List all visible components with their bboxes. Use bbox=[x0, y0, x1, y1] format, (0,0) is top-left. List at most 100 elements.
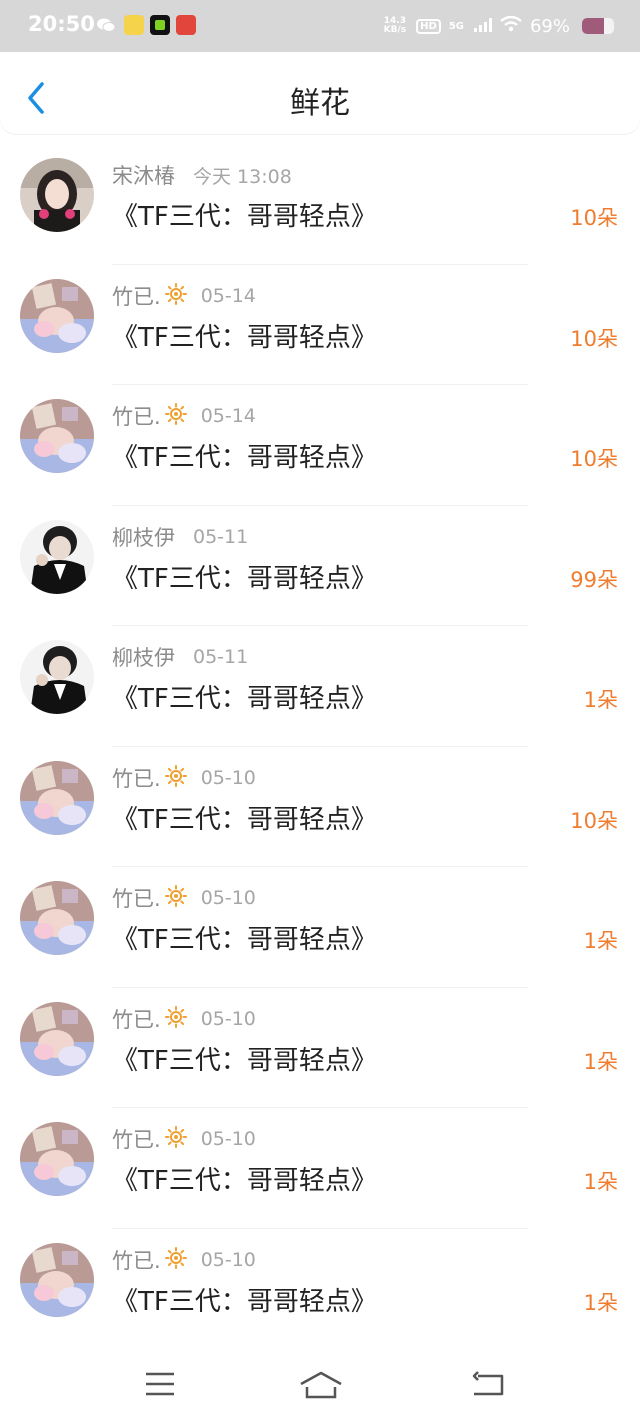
back-nav-button[interactable] bbox=[470, 1370, 510, 1402]
flower-count: 10朵 bbox=[570, 206, 618, 230]
sun-icon bbox=[164, 885, 187, 911]
flower-count: 10朵 bbox=[570, 326, 618, 351]
item-meta: 竹已. 05-10 bbox=[112, 883, 256, 913]
item-date: 05-10 bbox=[200, 1128, 256, 1150]
user-name[interactable]: 宋沐椿 bbox=[112, 160, 175, 190]
flower-count: 1朵 bbox=[583, 929, 618, 953]
home-button[interactable] bbox=[298, 1370, 344, 1402]
book-title[interactable]: 《TF三代：哥哥轻点》 bbox=[112, 558, 377, 595]
user-name[interactable]: 柳枝伊 bbox=[112, 522, 175, 552]
flower-count: 10朵 bbox=[570, 808, 618, 833]
avatar[interactable] bbox=[20, 1001, 94, 1076]
list-item[interactable]: 柳枝伊 05-11 《TF三代：哥哥轻点》 99朵 bbox=[0, 506, 640, 626]
book-title[interactable]: 《TF三代：哥哥轻点》 bbox=[112, 1160, 377, 1197]
list-item[interactable]: 竹已. 05-10 《TF三代：哥哥轻点》 10朵 bbox=[0, 747, 640, 867]
item-date: 05-10 bbox=[200, 887, 256, 909]
flower-count: 1朵 bbox=[583, 688, 618, 712]
status-indicators: 14.3 KB/s HD 5G 69% bbox=[384, 12, 614, 40]
avatar[interactable] bbox=[20, 519, 94, 594]
user-name[interactable]: 竹已. bbox=[112, 401, 161, 431]
home-icon bbox=[300, 1371, 342, 1399]
item-meta: 柳枝伊 05-11 bbox=[112, 522, 248, 552]
item-date: 05-14 bbox=[200, 284, 256, 307]
sun-icon bbox=[164, 1246, 187, 1273]
avatar[interactable] bbox=[20, 278, 94, 353]
item-meta: 宋沐椿 今天 13:08 bbox=[112, 160, 292, 190]
user-name[interactable]: 竹已. bbox=[112, 1245, 161, 1275]
user-name[interactable]: 柳枝伊 bbox=[112, 642, 175, 672]
item-meta: 竹已. 05-10 bbox=[112, 1004, 256, 1034]
list-item[interactable]: 竹已. 05-10 《TF三代：哥哥轻点》 1朵 bbox=[0, 867, 640, 988]
wechat-icon bbox=[96, 15, 116, 35]
sun-icon bbox=[164, 764, 187, 791]
avatar[interactable] bbox=[20, 640, 94, 714]
list-item[interactable]: 竹已. 05-14 《TF三代：哥哥轻点》 10朵 bbox=[0, 385, 640, 506]
item-date: 今天 13:08 bbox=[193, 165, 292, 188]
wifi-icon bbox=[500, 15, 522, 36]
network-type: 5G bbox=[448, 20, 464, 32]
sun-icon bbox=[164, 403, 187, 429]
flower-count: 99朵 bbox=[570, 567, 618, 592]
item-meta: 竹已. 05-14 bbox=[112, 401, 256, 431]
sun-icon bbox=[164, 1126, 187, 1152]
user-name[interactable]: 竹已. bbox=[112, 883, 161, 913]
item-date: 05-11 bbox=[193, 525, 249, 548]
net-speed: 14.3 KB/s bbox=[384, 17, 406, 35]
hd-badge: HD bbox=[416, 18, 441, 34]
status-time: 20:50 bbox=[28, 12, 95, 36]
item-date: 05-11 bbox=[193, 646, 249, 668]
page-title: 鲜花 bbox=[290, 86, 350, 121]
sun-icon bbox=[164, 282, 187, 309]
signal-icon bbox=[473, 17, 492, 36]
item-meta: 竹已. 05-10 bbox=[112, 1245, 256, 1275]
book-title[interactable]: 《TF三代：哥哥轻点》 bbox=[112, 1281, 377, 1318]
flower-list: 宋沐椿 今天 13:08 《TF三代：哥哥轻点》 10朵 竹已. 05-14 《TF三代：哥… bbox=[0, 144, 640, 1349]
list-item[interactable]: 柳枝伊 05-11 《TF三代：哥哥轻点》 1朵 bbox=[0, 626, 640, 747]
app-icon bbox=[124, 15, 144, 35]
user-name[interactable]: 竹已. bbox=[112, 1124, 161, 1154]
flower-count: 1朵 bbox=[583, 1290, 618, 1315]
book-title[interactable]: 《TF三代：哥哥轻点》 bbox=[112, 678, 377, 715]
list-item[interactable]: 竹已. 05-14 《TF三代：哥哥轻点》 10朵 bbox=[0, 265, 640, 385]
flower-count: 10朵 bbox=[570, 447, 618, 471]
item-meta: 柳枝伊 05-11 bbox=[112, 642, 248, 672]
avatar[interactable] bbox=[20, 760, 94, 835]
list-item[interactable]: 竹已. 05-10 《TF三代：哥哥轻点》 1朵 bbox=[0, 1108, 640, 1229]
book-title[interactable]: 《TF三代：哥哥轻点》 bbox=[112, 437, 377, 474]
user-name[interactable]: 竹已. bbox=[112, 1004, 161, 1034]
user-name[interactable]: 竹已. bbox=[112, 281, 161, 311]
header: 鲜花 bbox=[0, 52, 640, 134]
net-speed-unit: KB/s bbox=[383, 25, 407, 35]
item-date: 05-10 bbox=[200, 1248, 256, 1271]
list-item[interactable]: 竹已. 05-10 《TF三代：哥哥轻点》 1朵 bbox=[0, 1229, 640, 1349]
item-date: 05-14 bbox=[200, 405, 256, 427]
item-date: 05-10 bbox=[200, 1007, 256, 1030]
avatar[interactable] bbox=[20, 158, 94, 232]
list-item[interactable]: 宋沐椿 今天 13:08 《TF三代：哥哥轻点》 10朵 bbox=[0, 144, 640, 265]
avatar[interactable] bbox=[20, 399, 94, 473]
item-meta: 竹已. 05-14 bbox=[112, 281, 256, 311]
avatar[interactable] bbox=[20, 1122, 94, 1196]
battery-level bbox=[582, 18, 605, 34]
back-icon bbox=[472, 1371, 504, 1396]
user-name[interactable]: 竹已. bbox=[112, 763, 161, 793]
flower-count: 1朵 bbox=[583, 1170, 618, 1194]
status-bar: 20:50 14.3 KB/s HD 5G 69% bbox=[0, 0, 640, 52]
book-title[interactable]: 《TF三代：哥哥轻点》 bbox=[112, 1040, 377, 1077]
battery-icon bbox=[582, 18, 614, 34]
book-title[interactable]: 《TF三代：哥哥轻点》 bbox=[112, 799, 377, 836]
avatar[interactable] bbox=[20, 881, 94, 955]
menu-icon bbox=[146, 1372, 174, 1396]
avatar[interactable] bbox=[20, 1242, 94, 1317]
list-item[interactable]: 竹已. 05-10 《TF三代：哥哥轻点》 1朵 bbox=[0, 988, 640, 1108]
app-icon-green bbox=[150, 15, 170, 35]
book-title[interactable]: 《TF三代：哥哥轻点》 bbox=[112, 317, 377, 354]
book-title[interactable]: 《TF三代：哥哥轻点》 bbox=[112, 919, 377, 956]
sun-icon bbox=[164, 1005, 187, 1032]
book-title[interactable]: 《TF三代：哥哥轻点》 bbox=[112, 196, 377, 233]
item-date: 05-10 bbox=[200, 766, 256, 789]
menu-button[interactable] bbox=[142, 1370, 182, 1402]
flower-count: 1朵 bbox=[583, 1049, 618, 1074]
battery-percent: 69% bbox=[529, 15, 570, 37]
system-nav-bar bbox=[0, 1346, 640, 1422]
